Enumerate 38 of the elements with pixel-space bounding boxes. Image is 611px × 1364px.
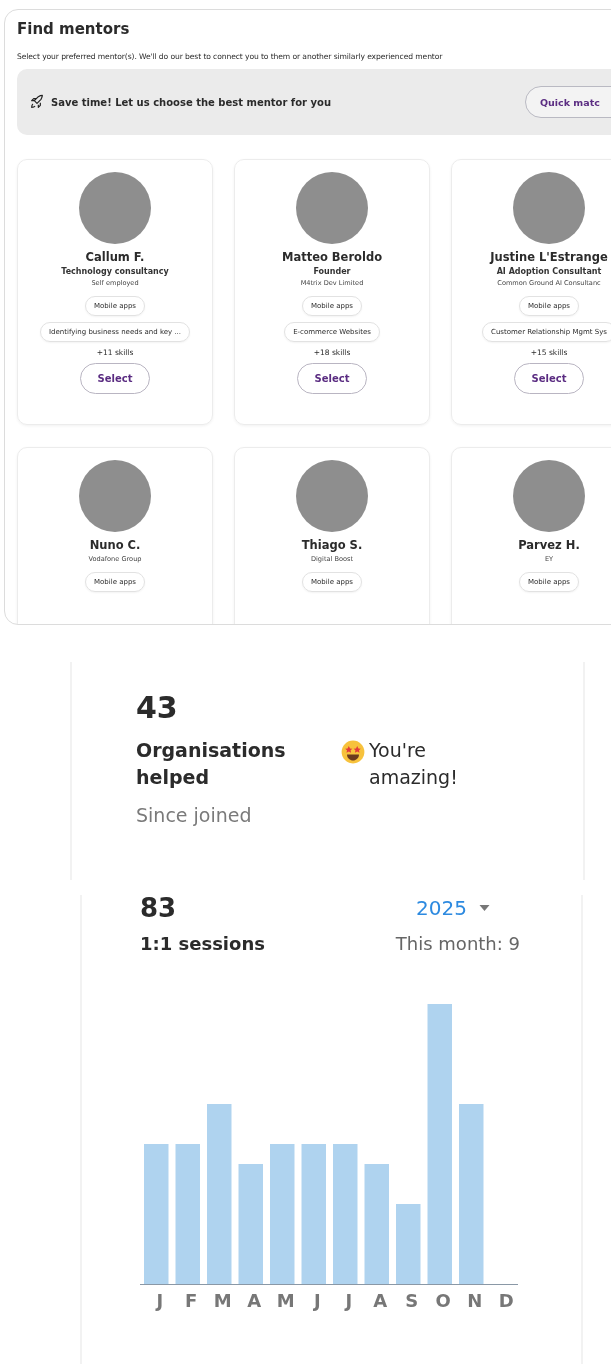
organisations-count: 43	[136, 690, 179, 725]
star-eyes-face-icon	[341, 740, 365, 764]
sessions-count: 83	[140, 895, 177, 921]
mentor-name: Matteo Beroldo	[281, 250, 383, 264]
month-label: D	[497, 1290, 515, 1311]
month-label: N	[466, 1290, 484, 1311]
select-button[interactable]: Select	[514, 363, 584, 394]
page-title: Find mentors	[17, 20, 131, 38]
caret-icon	[479, 905, 490, 911]
mentor-name: Parvez H.	[518, 538, 580, 552]
quick-match-button[interactable]: Quick matc	[525, 86, 611, 118]
month-label: M	[212, 1290, 233, 1311]
this-month-text: This month: 9	[395, 933, 520, 954]
sessions-label: 1:1 sessions	[140, 933, 265, 954]
month-label: J	[312, 1290, 322, 1311]
month-label: O	[434, 1290, 452, 1311]
month-label: A	[246, 1290, 263, 1311]
mentor-name: Justine L'Estrange	[490, 250, 608, 264]
mentor-name: Thiago S.	[301, 538, 363, 552]
month-label: J	[154, 1290, 165, 1311]
mentor-role: Technology consultancy	[61, 267, 169, 276]
since-joined-text: Since joined	[136, 804, 253, 827]
select-button[interactable]: Select	[297, 363, 367, 394]
year-dropdown[interactable]: 2025	[416, 896, 490, 920]
select-button[interactable]: Select	[80, 363, 150, 394]
month-label: M	[275, 1290, 296, 1311]
month-label: A	[372, 1290, 389, 1311]
month-label: S	[404, 1290, 420, 1311]
rocket-icon	[29, 94, 45, 110]
mentor-role: AI Adoption Consultant	[496, 267, 602, 276]
mentor-name: Callum F.	[85, 250, 145, 264]
month-label: J	[343, 1290, 354, 1311]
banner-text: Save time! Let us choose the best mentor for you	[51, 96, 332, 108]
mentor-role: Founder	[313, 267, 351, 276]
organisations-label: Organisations helped	[136, 738, 287, 790]
mentor-name: Nuno C.	[89, 538, 141, 552]
month-label: F	[184, 1290, 199, 1311]
praise-text: You're amazing!	[369, 738, 459, 790]
